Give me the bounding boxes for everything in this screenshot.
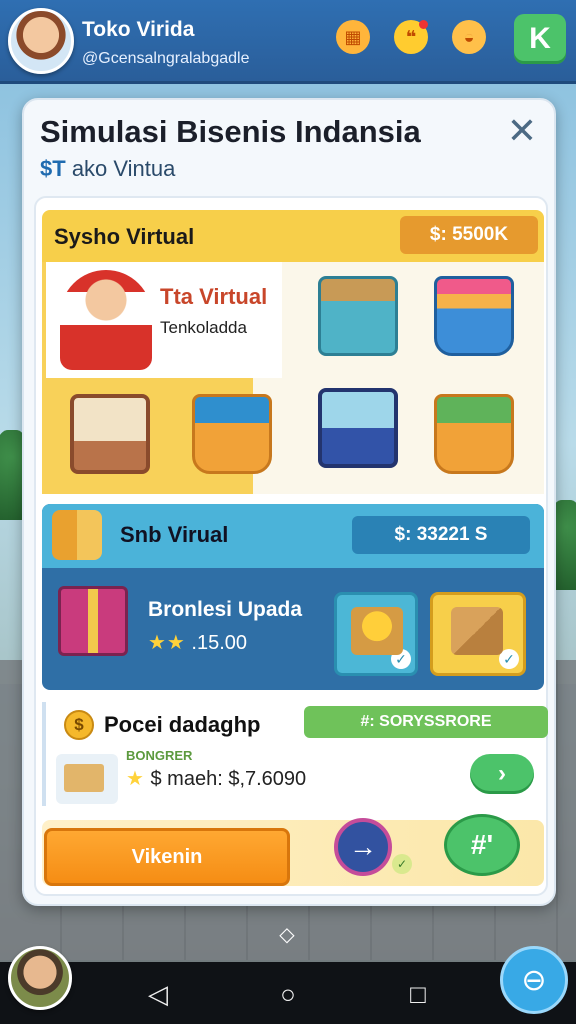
arrow-right-icon[interactable]: → xyxy=(334,818,392,876)
back-icon[interactable]: ◁ xyxy=(138,974,178,1014)
top-header: Toko Virida @Gcensalngralabgadle ▦ ❝ ◒ K xyxy=(0,0,576,84)
store-name: Toko Virida xyxy=(82,18,195,41)
chevron-up-icon[interactable]: ◇ xyxy=(274,922,300,946)
jars-icon xyxy=(52,510,102,560)
vegetable-basket-item[interactable] xyxy=(434,394,514,474)
shop-section-header: Sysho Virtual $: 5500K xyxy=(42,210,544,262)
food-bowl-icon xyxy=(351,607,403,655)
modal-subtitle-text: ako Vintua xyxy=(71,156,176,181)
blue-basket-item[interactable] xyxy=(434,276,514,356)
next-button[interactable]: › xyxy=(470,754,534,794)
product-section-header: Snb Virual $: 33221 S xyxy=(42,504,544,568)
earnings-row: ★ $ maeh: $,7.6090 xyxy=(126,766,306,791)
k-button[interactable]: K xyxy=(514,14,566,64)
player-avatar[interactable] xyxy=(8,946,72,1010)
teal-box-item[interactable] xyxy=(318,276,398,356)
primary-action-button[interactable]: Vikenin xyxy=(44,828,290,886)
product-section-title: Snb Virual xyxy=(120,522,229,547)
earnings-section: $ Pocei dadaghp #: SORYSSRORE BONGRER ★ … xyxy=(42,702,548,812)
rating-value: .15.00 xyxy=(191,632,248,654)
chat-fab-icon[interactable]: ⊖ xyxy=(500,946,568,1014)
cash-thumbnail xyxy=(56,754,118,804)
yellow-basket-item[interactable] xyxy=(192,394,272,474)
shopkeeper-subtitle: Tenkoladda xyxy=(160,318,247,337)
package-icon xyxy=(451,607,503,655)
earnings-label: BONGRER xyxy=(126,748,193,763)
profile-avatar[interactable] xyxy=(8,8,74,74)
product-rating: ★★ .15.00 xyxy=(148,630,247,655)
product-price-tag[interactable]: $: 33221 S xyxy=(352,516,530,554)
close-icon[interactable]: ✕ xyxy=(504,113,540,150)
home-icon[interactable]: ○ xyxy=(268,974,308,1014)
shopkeeper-avatar xyxy=(60,270,152,370)
option-tile-food[interactable]: ✓ xyxy=(334,592,418,676)
product-section: Snb Virual $: 33221 S Bronlesi Upada ★★ … xyxy=(42,504,544,690)
modal-title: Simulasi Bisenis Indansia xyxy=(40,114,421,149)
rating-stars: ★★ xyxy=(148,632,186,654)
earnings-title: Pocei dadaghp xyxy=(104,712,261,737)
simulation-modal: Simulasi Bisenis Indansia ✕ $T ako Vintu… xyxy=(22,98,556,906)
recent-apps-icon[interactable]: □ xyxy=(398,974,438,1014)
chat-icon[interactable]: ❝ xyxy=(394,20,428,54)
shop-icon[interactable]: ◒ xyxy=(452,20,486,54)
grid-icon[interactable]: ▦ xyxy=(336,20,370,54)
coin-icon: $ xyxy=(64,710,94,740)
hash-button[interactable]: #' xyxy=(444,814,520,876)
store-handle: @Gcensalngralabgadle xyxy=(82,50,250,67)
mini-check-icon: ✓ xyxy=(392,854,412,874)
star-icon: ★ xyxy=(126,768,145,790)
shopkeeper-title: Tta Virtual xyxy=(160,284,268,309)
modal-content: Sysho Virtual $: 5500K Tta Virtual Tenko… xyxy=(34,196,548,896)
section-divider xyxy=(42,702,46,806)
currency-symbol: $T xyxy=(40,156,66,181)
machine-item[interactable] xyxy=(318,388,398,468)
shop-price-tag[interactable]: $: 5500K xyxy=(400,216,538,254)
shop-items-panel: Tta Virtual Tenkoladda xyxy=(42,262,544,494)
product-name: Bronlesi Upada xyxy=(148,598,303,621)
tv-stand-item[interactable] xyxy=(70,394,150,474)
option-tile-box[interactable]: ✓ xyxy=(430,592,526,676)
earnings-value: $ maeh: $,7.6090 xyxy=(150,768,307,790)
gift-box-icon xyxy=(58,586,128,656)
shopkeeper-card[interactable]: Tta Virtual Tenkoladda xyxy=(46,262,282,378)
earnings-badge[interactable]: #: SORYSSRORE xyxy=(304,706,548,738)
shop-section-title: Sysho Virtual xyxy=(54,224,195,249)
modal-subtitle: $T ako Vintua xyxy=(40,156,175,182)
